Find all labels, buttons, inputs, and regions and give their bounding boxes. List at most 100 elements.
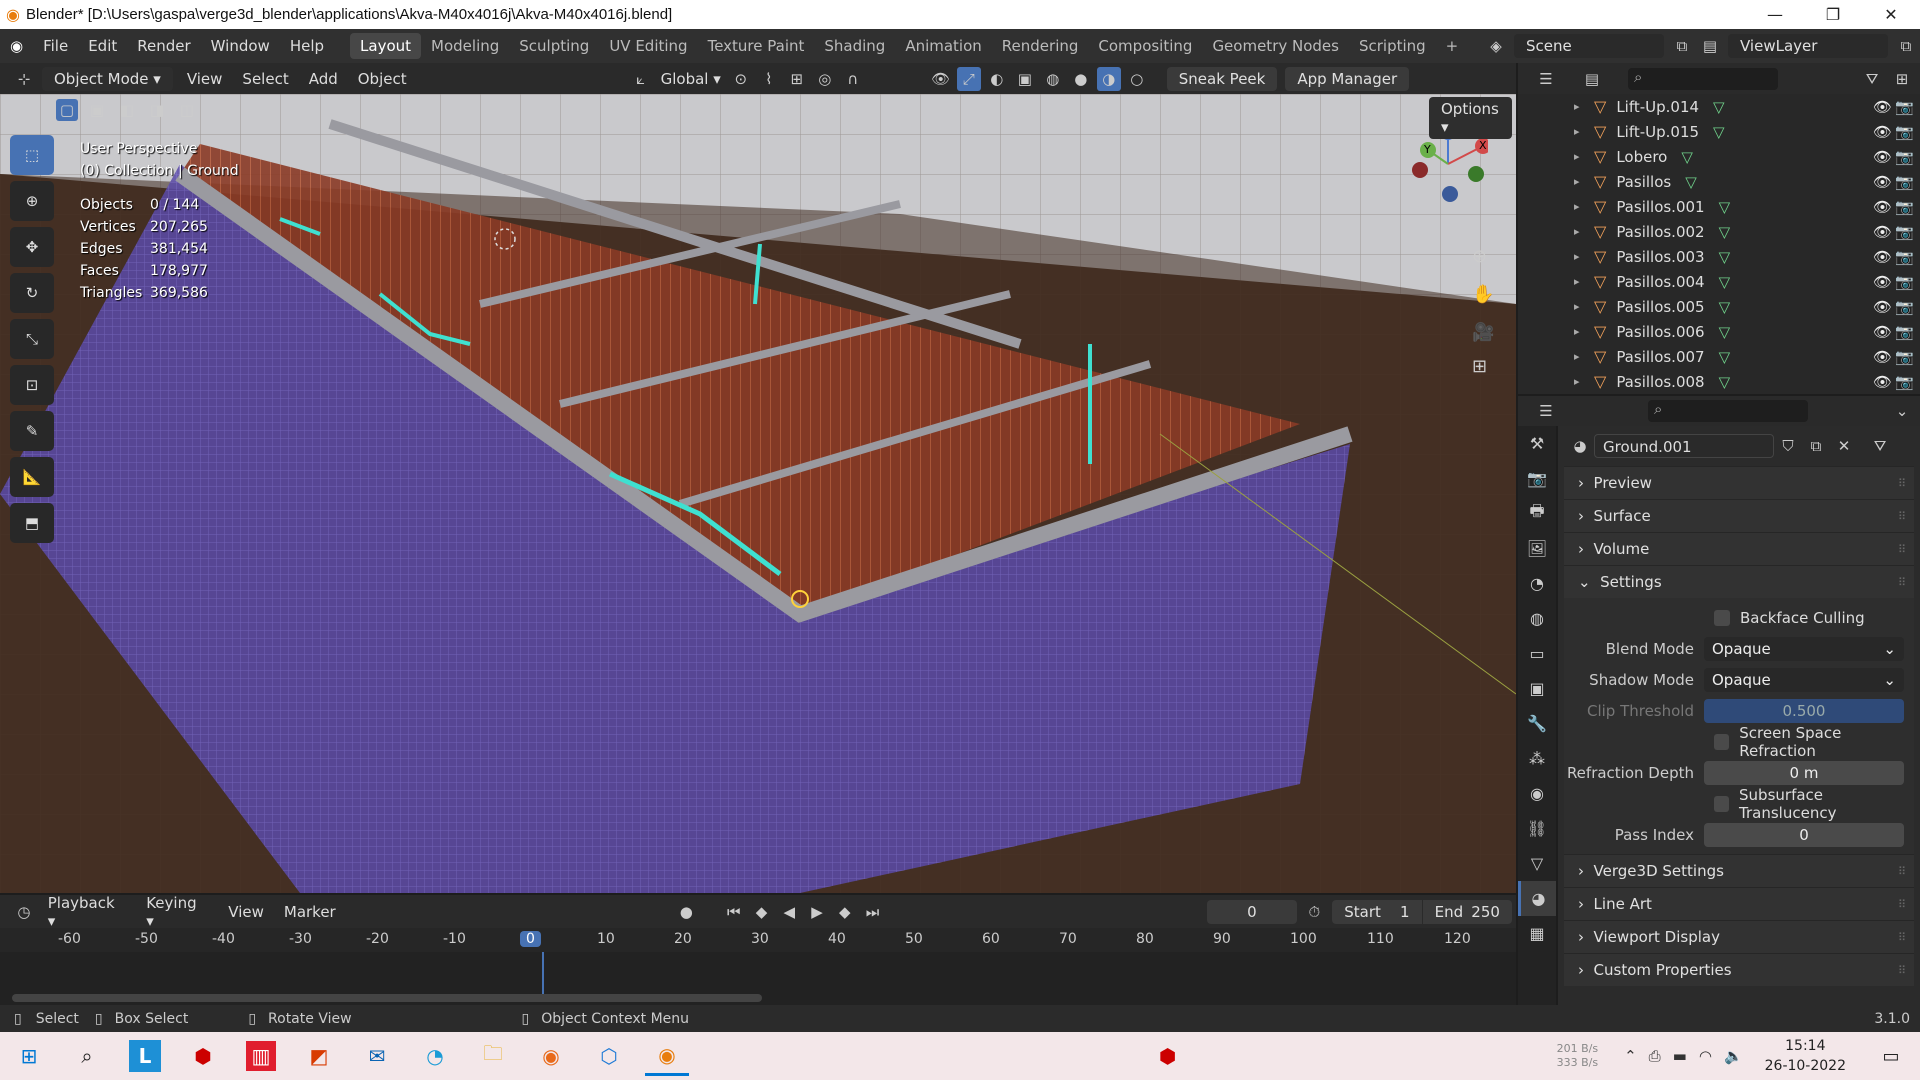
menu-render[interactable]: Render xyxy=(127,37,200,55)
visibility-icon[interactable]: 👁 xyxy=(929,67,953,91)
sneak-peek-button[interactable]: Sneak Peek xyxy=(1166,66,1278,91)
render-camera-icon[interactable]: 📷 xyxy=(1895,373,1914,391)
panel-surface[interactable]: › Surface ⠿ xyxy=(1564,499,1914,532)
shading-solid-icon[interactable]: ● xyxy=(1069,67,1093,91)
timeline-menu-marker[interactable]: Marker xyxy=(274,903,346,921)
expand-icon[interactable]: ▸ xyxy=(1574,275,1590,288)
timeline-menu-playback[interactable]: Playback ▾ xyxy=(38,894,136,930)
eye-icon[interactable]: 👁 xyxy=(1873,173,1892,191)
eye-icon[interactable]: 👁 xyxy=(1873,273,1892,291)
unlink-material-icon[interactable]: ✕ xyxy=(1832,434,1856,458)
outliner-item[interactable]: ▸ ▽ Lift-Up.015 ▽ 👁 📷 xyxy=(1518,119,1920,144)
rotate-tool-icon[interactable]: ↻ xyxy=(10,273,54,313)
eye-icon[interactable]: 👁 xyxy=(1873,223,1892,241)
outliner-item[interactable]: ▸ ▽ Pasillos.004 ▽ 👁 📷 xyxy=(1518,269,1920,294)
viewlayer-field[interactable]: ViewLayer xyxy=(1728,34,1888,58)
physics-tab-icon[interactable]: ◉ xyxy=(1518,776,1556,811)
tab-texture-paint[interactable]: Texture Paint xyxy=(698,33,815,59)
render-camera-icon[interactable]: 📷 xyxy=(1895,248,1914,266)
prev-key-icon[interactable]: ◆ xyxy=(750,900,774,924)
pass-index-field[interactable]: 0 xyxy=(1704,822,1904,847)
transform-tool-icon[interactable]: ⊡ xyxy=(10,365,54,405)
data-tab-icon[interactable]: ▽ xyxy=(1518,846,1556,881)
render-camera-icon[interactable]: 📷 xyxy=(1895,173,1914,191)
duplicate-material-icon[interactable]: ⧉ xyxy=(1804,434,1828,458)
menu-window[interactable]: Window xyxy=(201,37,280,55)
outliner-item[interactable]: ▸ ▽ Lobero ▽ 👁 📷 xyxy=(1518,144,1920,169)
edge-icon[interactable]: ◔ xyxy=(413,1036,457,1076)
timeline-scrollbar[interactable] xyxy=(12,994,762,1002)
xray-icon[interactable]: ▣ xyxy=(1013,67,1037,91)
properties-options-icon[interactable]: ⌄ xyxy=(1890,399,1914,423)
panel-viewport-display[interactable]: › Viewport Display ⠿ xyxy=(1564,920,1914,953)
shading-material-icon[interactable]: ◑ xyxy=(1096,66,1121,91)
play-reverse-icon[interactable]: ◀ xyxy=(777,900,801,924)
fake-user-shield-icon[interactable]: ⛉ xyxy=(1776,434,1800,458)
shading-wireframe-icon[interactable]: ◍ xyxy=(1041,67,1065,91)
outliner-item[interactable]: ▸ ▽ Pasillos.002 ▽ 👁 📷 xyxy=(1518,219,1920,244)
render-camera-icon[interactable]: 📷 xyxy=(1895,348,1914,366)
menu-file[interactable]: File xyxy=(33,37,78,55)
material-slot-filter-icon[interactable]: ⛛ xyxy=(1868,434,1892,458)
add-cube-tool-icon[interactable]: ⬒ xyxy=(10,503,54,543)
eye-icon[interactable]: 👁 xyxy=(1873,323,1892,341)
panel-preview[interactable]: › Preview ⠿ xyxy=(1564,466,1914,499)
tab-uv-editing[interactable]: UV Editing xyxy=(599,33,697,59)
panel-line-art[interactable]: › Line Art ⠿ xyxy=(1564,887,1914,920)
output-tab-icon[interactable]: 🖶 xyxy=(1518,496,1556,531)
expand-icon[interactable]: ▸ xyxy=(1574,150,1590,163)
backface-culling-checkbox[interactable] xyxy=(1714,609,1730,626)
panel-volume[interactable]: › Volume ⠿ xyxy=(1564,532,1914,565)
minimize-button[interactable]: — xyxy=(1746,0,1804,29)
next-key-icon[interactable]: ◆ xyxy=(833,900,857,924)
tab-sculpting[interactable]: Sculpting xyxy=(509,33,599,59)
end-frame-field[interactable]: End 250 xyxy=(1422,899,1512,924)
shading-rendered-icon[interactable]: ○ xyxy=(1125,67,1149,91)
panel-custom-properties[interactable]: › Custom Properties ⠿ xyxy=(1564,953,1914,986)
scene-field[interactable]: Scene xyxy=(1514,34,1664,58)
add-workspace-button[interactable]: + xyxy=(1436,33,1469,59)
texture-tab-icon[interactable]: ▦ xyxy=(1518,916,1556,951)
refraction-depth-field[interactable]: 0 m xyxy=(1704,760,1904,785)
editor-type-icon[interactable]: ⊹ xyxy=(12,67,36,91)
volume-icon[interactable]: 🔈 xyxy=(1724,1047,1743,1065)
timeline-menu-view[interactable]: View xyxy=(218,903,274,921)
tab-rendering[interactable]: Rendering xyxy=(992,33,1089,59)
render-camera-icon[interactable]: 📷 xyxy=(1895,198,1914,216)
expand-icon[interactable]: ▸ xyxy=(1574,125,1590,138)
view3d-menu-object[interactable]: Object xyxy=(348,70,417,88)
panel-verge3d-settings[interactable]: › Verge3D Settings ⠿ xyxy=(1564,854,1914,887)
eye-icon[interactable]: 👁 xyxy=(1873,148,1892,166)
material-name-field[interactable]: Ground.001 xyxy=(1594,434,1774,458)
eye-icon[interactable]: 👁 xyxy=(1873,298,1892,316)
tab-modeling[interactable]: Modeling xyxy=(421,33,509,59)
material-tab-icon[interactable]: ◕ xyxy=(1518,881,1556,916)
pivot-icon[interactable]: ⊙ xyxy=(729,67,753,91)
select-subtract-icon[interactable]: ◧ xyxy=(116,99,138,121)
select-extend-icon[interactable]: ▣ xyxy=(86,99,108,121)
render-camera-icon[interactable]: 📷 xyxy=(1895,323,1914,341)
expand-icon[interactable]: ▸ xyxy=(1574,325,1590,338)
ortho-toggle-icon[interactable]: ⊞ xyxy=(1472,356,1487,377)
mode-dropdown[interactable]: Object Mode ▾ xyxy=(42,66,173,91)
shadow-mode-dropdown[interactable]: Opaque ⌄ xyxy=(1704,667,1904,692)
view3d-menu-select[interactable]: Select xyxy=(232,70,298,88)
tab-compositing[interactable]: Compositing xyxy=(1088,33,1202,59)
move-tool-icon[interactable]: ✥ xyxy=(10,227,54,267)
snap-target-icon[interactable]: ⊞ xyxy=(785,67,809,91)
collection-tab-icon[interactable]: ▭ xyxy=(1518,636,1556,671)
filter-icon[interactable]: ⛛ xyxy=(1860,67,1884,91)
select-box-tool-icon[interactable]: ⬚ xyxy=(10,135,54,175)
viewlayer-icon[interactable]: ▤ xyxy=(1698,34,1722,58)
display-mode-icon[interactable]: ▤ xyxy=(1580,67,1604,91)
l-app-icon[interactable]: L xyxy=(129,1040,161,1072)
eye-icon[interactable]: 👁 xyxy=(1873,373,1892,391)
expand-icon[interactable]: ▸ xyxy=(1574,100,1590,113)
outliner-editor-icon[interactable]: ☰ xyxy=(1534,67,1558,91)
outliner-item[interactable]: ▸ ▽ Pasillos ▽ 👁 📷 xyxy=(1518,169,1920,194)
clock[interactable]: 15:14 26-10-2022 xyxy=(1765,1036,1846,1076)
tab-scripting[interactable]: Scripting xyxy=(1349,33,1436,59)
vpn-app-icon[interactable]: ⬡ xyxy=(587,1036,631,1076)
outliner-item[interactable]: ▸ ▽ Pasillos.005 ▽ 👁 📷 xyxy=(1518,294,1920,319)
office-icon[interactable]: ◩ xyxy=(297,1036,341,1076)
